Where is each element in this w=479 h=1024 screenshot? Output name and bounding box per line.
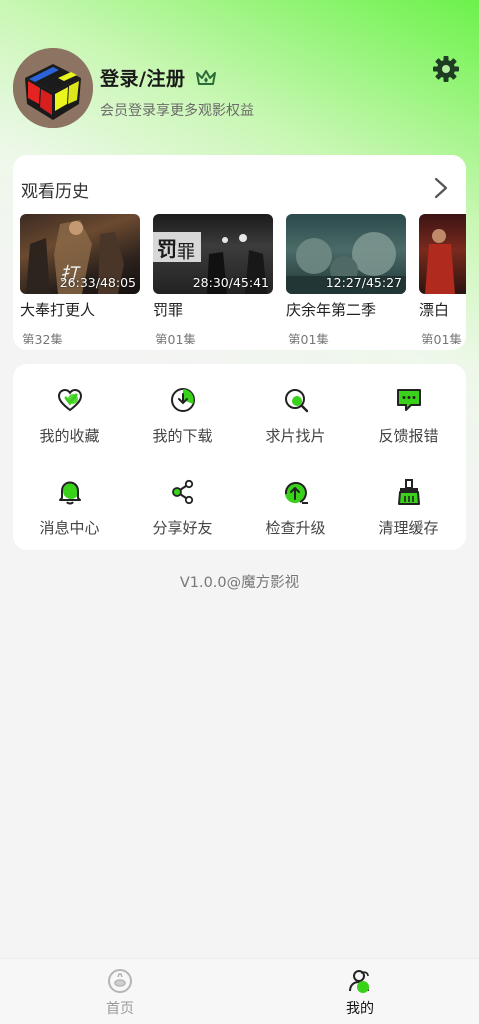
broom-icon xyxy=(398,479,420,505)
settings-gear-icon[interactable] xyxy=(431,54,461,84)
share-icon xyxy=(172,479,194,505)
watch-history-title: 观看历史 xyxy=(21,182,89,202)
history-title: 庆余年第二季 xyxy=(286,301,377,319)
history-title: 罚罪 xyxy=(153,301,184,319)
nav-mine[interactable]: 我的 xyxy=(300,967,420,1018)
menu-label: 我的下载 xyxy=(152,427,213,445)
watch-history-card: 观看历史 打 26:33/48:05 大奉打更人 第32集 罚 罪 28:30/… xyxy=(13,155,466,350)
feedback-icon xyxy=(397,389,421,411)
history-progress-time: 12:27/45:27 xyxy=(325,275,402,290)
menu-label: 我的收藏 xyxy=(39,427,100,445)
menu-label: 反馈报错 xyxy=(378,427,439,445)
menu-share[interactable]: 分享好友 xyxy=(126,460,239,540)
svg-text:罪: 罪 xyxy=(177,242,195,263)
watch-history-list: 打 26:33/48:05 大奉打更人 第32集 罚 罪 28:30/45:41… xyxy=(20,214,466,344)
menu-feedback[interactable]: 反馈报错 xyxy=(352,368,465,448)
menu-downloads[interactable]: 我的下载 xyxy=(126,368,239,448)
svg-text:罚: 罚 xyxy=(157,237,177,261)
history-progress-time: 28:30/45:41 xyxy=(192,275,269,290)
menu-label: 消息中心 xyxy=(39,519,100,537)
upgrade-icon xyxy=(284,481,308,504)
home-icon xyxy=(108,969,132,993)
menu-request-movie[interactable]: 求片找片 xyxy=(239,368,352,448)
menu-label: 求片找片 xyxy=(265,427,326,445)
profile-header: 登录/注册 会员登录享更多观影权益 xyxy=(0,0,479,150)
avatar[interactable] xyxy=(13,48,93,128)
search-icon xyxy=(285,389,309,413)
menu-label: 检查升级 xyxy=(265,519,326,537)
login-register-link[interactable]: 登录/注册 xyxy=(100,64,185,91)
history-episode: 第01集 xyxy=(155,332,196,344)
bell-icon xyxy=(59,481,81,505)
history-item[interactable]: 罚 罪 28:30/45:41 罚罪 第01集 xyxy=(153,214,273,344)
nav-home[interactable]: 首页 xyxy=(60,967,180,1018)
history-thumbnail: 12:27/45:27 xyxy=(286,214,406,294)
nav-home-label: 首页 xyxy=(106,1001,134,1017)
chevron-right-icon[interactable] xyxy=(430,175,452,201)
menu-label: 分享好友 xyxy=(152,519,213,537)
login-subtitle: 会员登录享更多观影权益 xyxy=(100,103,254,119)
history-episode: 第01集 xyxy=(288,332,329,344)
heart-icon xyxy=(57,388,83,412)
menu-label: 清理缓存 xyxy=(378,519,439,537)
profile-page: 登录/注册 会员登录享更多观影权益 观看历史 打 26:33/48:05 大奉打… xyxy=(0,0,479,1024)
crown-icon xyxy=(195,68,217,88)
profile-icon xyxy=(349,970,369,993)
nav-mine-label: 我的 xyxy=(346,1001,374,1017)
history-title: 漂白 xyxy=(419,301,450,319)
history-episode: 第01集 xyxy=(421,332,462,344)
history-episode: 第32集 xyxy=(22,332,63,344)
poster-art xyxy=(425,229,455,294)
history-title: 大奉打更人 xyxy=(20,301,96,319)
feature-menu-card: 我的收藏 我的下载 求片找片 反馈报错 消息中心 分享好友 检查升级 清理缓存 xyxy=(13,364,466,550)
rubiks-cube-avatar-image xyxy=(13,48,93,128)
login-row[interactable]: 登录/注册 xyxy=(100,64,217,91)
menu-clear-cache[interactable]: 清理缓存 xyxy=(352,460,465,540)
menu-messages[interactable]: 消息中心 xyxy=(13,460,126,540)
bottom-nav: 首页 我的 xyxy=(0,958,479,1024)
history-item[interactable]: 12:27/45:27 庆余年第二季 第01集 xyxy=(286,214,406,344)
history-item[interactable]: 漂白 第01集 xyxy=(419,214,466,344)
history-item[interactable]: 打 26:33/48:05 大奉打更人 第32集 xyxy=(20,214,140,344)
menu-favorites[interactable]: 我的收藏 xyxy=(13,368,126,448)
history-progress-time: 26:33/48:05 xyxy=(59,275,136,290)
download-icon xyxy=(171,388,195,412)
history-thumbnail xyxy=(419,214,466,294)
history-thumbnail: 罚 罪 28:30/45:41 xyxy=(153,214,273,294)
history-thumbnail: 打 26:33/48:05 xyxy=(20,214,140,294)
version-text: V1.0.0@魔方影视 xyxy=(179,575,300,591)
menu-check-update[interactable]: 检查升级 xyxy=(239,460,352,540)
